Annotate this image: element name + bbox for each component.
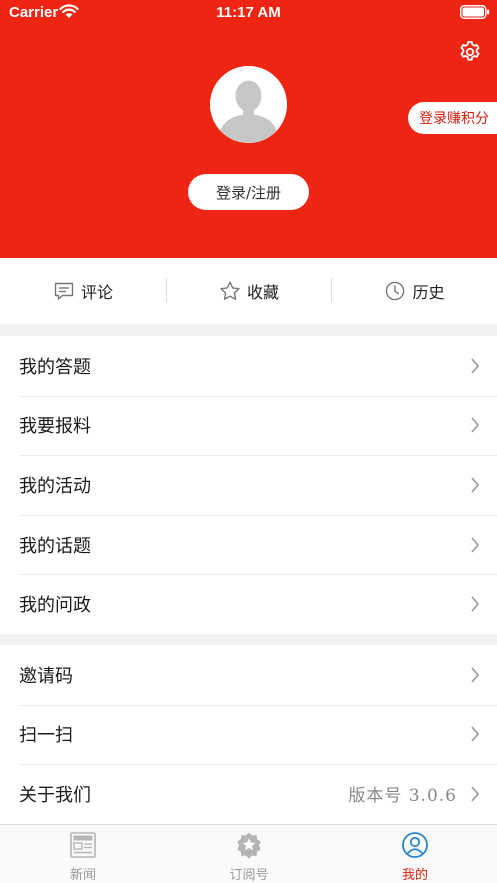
chevron-right-icon [471,477,480,493]
history-button[interactable]: 历史 [332,258,497,324]
menu-item-label: 我的问政 [19,595,91,617]
star-icon [220,281,240,300]
chevron-right-icon [471,786,480,802]
menu-item-my-activities[interactable]: 我的活动 [0,455,497,515]
menu-item-submit-tip[interactable]: 我要报料 [0,395,497,456]
tab-subscriptions-label: 订阅号 [229,868,269,883]
quick-actions-bar: 评论 收藏 历史 [0,258,497,324]
favorites-label: 收藏 [246,283,279,302]
tab-mine-label: 我的 [401,868,428,883]
menu-item-label: 我的话题 [19,535,91,557]
menu-item-my-inquiries[interactable]: 我的问政 [0,574,497,634]
tab-subscriptions[interactable]: 订阅号 [166,825,332,883]
tab-news-label: 新闻 [69,868,96,883]
profile-icon [402,832,428,858]
clock-icon [386,281,405,301]
login-register-button[interactable]: 登录/注册 [188,174,309,210]
divider [331,278,332,302]
chevron-right-icon [471,417,480,433]
menu-item-my-topics[interactable]: 我的话题 [0,514,497,575]
menu-item-label: 我的答题 [19,356,91,378]
avatar[interactable] [210,66,287,143]
chevron-right-icon [471,358,480,374]
menu-item-label: 扫一扫 [19,725,73,747]
tab-mine[interactable]: 我的 [332,825,497,883]
menu-item-scan[interactable]: 扫一扫 [0,704,497,765]
menu-item-label: 关于我们 [19,784,91,806]
comments-button[interactable]: 评论 [0,258,166,324]
menu-item-my-quiz[interactable]: 我的答题 [0,336,497,396]
chevron-right-icon [471,537,480,553]
menu-item-label: 我的活动 [19,475,91,497]
chevron-right-icon [471,667,480,683]
status-bar: Carrier 11:17 AM [0,0,497,26]
favorites-button[interactable]: 收藏 [166,258,332,324]
menu-item-invite-code[interactable]: 邀请码 [0,645,497,705]
subscribe-icon [237,832,261,859]
battery-icon [460,5,490,19]
menu-item-label: 我要报料 [19,416,91,438]
tab-bar: 新闻 订阅号 我的 [0,824,497,883]
chevron-right-icon [471,726,480,742]
login-earn-points-button[interactable]: 登录赚积分 [408,102,497,134]
history-label: 历史 [412,283,445,302]
primary-menu: 我的答题 我要报料 我的活动 我的话题 我的问政 [0,336,497,634]
version-label: 版本号 3.0.6 [348,786,457,807]
newspaper-icon [70,832,96,858]
default-avatar-icon [210,66,287,143]
tab-news[interactable]: 新闻 [0,825,166,883]
comment-icon [54,282,74,300]
gear-icon[interactable] [458,40,482,64]
comments-label: 评论 [80,283,113,302]
secondary-menu: 邀请码 扫一扫 关于我们 版本号 3.0.6 [0,645,497,824]
menu-item-about-us[interactable]: 关于我们 版本号 3.0.6 [0,764,497,824]
divider [166,278,167,302]
chevron-right-icon [471,596,480,612]
menu-item-label: 邀请码 [19,665,73,687]
clock-label: 11:17 AM [216,4,281,21]
